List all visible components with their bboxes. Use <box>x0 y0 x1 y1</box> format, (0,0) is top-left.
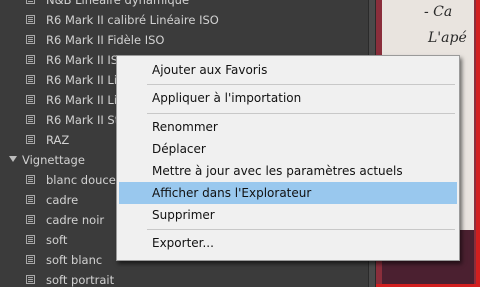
preset-icon <box>26 275 35 284</box>
menu-item-show-in-explorer[interactable]: Afficher dans l'Explorateur <box>119 182 457 204</box>
preset-item[interactable]: R6 Mark II Fidèle ISO <box>0 30 368 50</box>
handwriting-text: L'apé <box>428 30 467 46</box>
menu-item-move[interactable]: Déplacer <box>119 138 457 160</box>
menu-separator <box>147 229 455 230</box>
handwriting-text: - Ca <box>424 4 453 20</box>
preset-icon <box>26 35 35 44</box>
menu-item-update-settings[interactable]: Mettre à jour avec les paramètres actuel… <box>119 160 457 182</box>
menu-item-rename[interactable]: Renommer <box>119 116 457 138</box>
preset-item[interactable]: R6 Mark II calibré Linéaire ISO <box>0 10 368 30</box>
preset-icon <box>26 135 35 144</box>
disclosure-triangle-icon[interactable] <box>9 156 17 162</box>
preset-item[interactable]: N&B Linéaire dynamique <box>0 0 368 10</box>
menu-item-apply-on-import[interactable]: Appliquer à l'importation <box>119 87 457 109</box>
preset-icon <box>26 0 35 4</box>
menu-separator <box>147 84 455 85</box>
preset-icon <box>26 235 35 244</box>
preset-icon <box>26 175 35 184</box>
preset-icon <box>26 255 35 264</box>
preset-icon <box>26 195 35 204</box>
preset-icon <box>26 95 35 104</box>
menu-item-delete[interactable]: Supprimer <box>119 204 457 226</box>
preset-icon <box>26 55 35 64</box>
menu-separator <box>147 113 455 114</box>
menu-item-export[interactable]: Exporter... <box>119 232 457 254</box>
preset-icon <box>26 75 35 84</box>
preset-icon <box>26 15 35 24</box>
preset-icon <box>26 215 35 224</box>
red-border <box>476 0 480 287</box>
preset-icon <box>26 115 35 124</box>
preset-item[interactable]: soft portrait <box>0 270 368 287</box>
menu-item-add-favorites[interactable]: Ajouter aux Favoris <box>119 59 457 81</box>
context-menu: Ajouter aux Favoris Appliquer à l'import… <box>116 55 460 261</box>
